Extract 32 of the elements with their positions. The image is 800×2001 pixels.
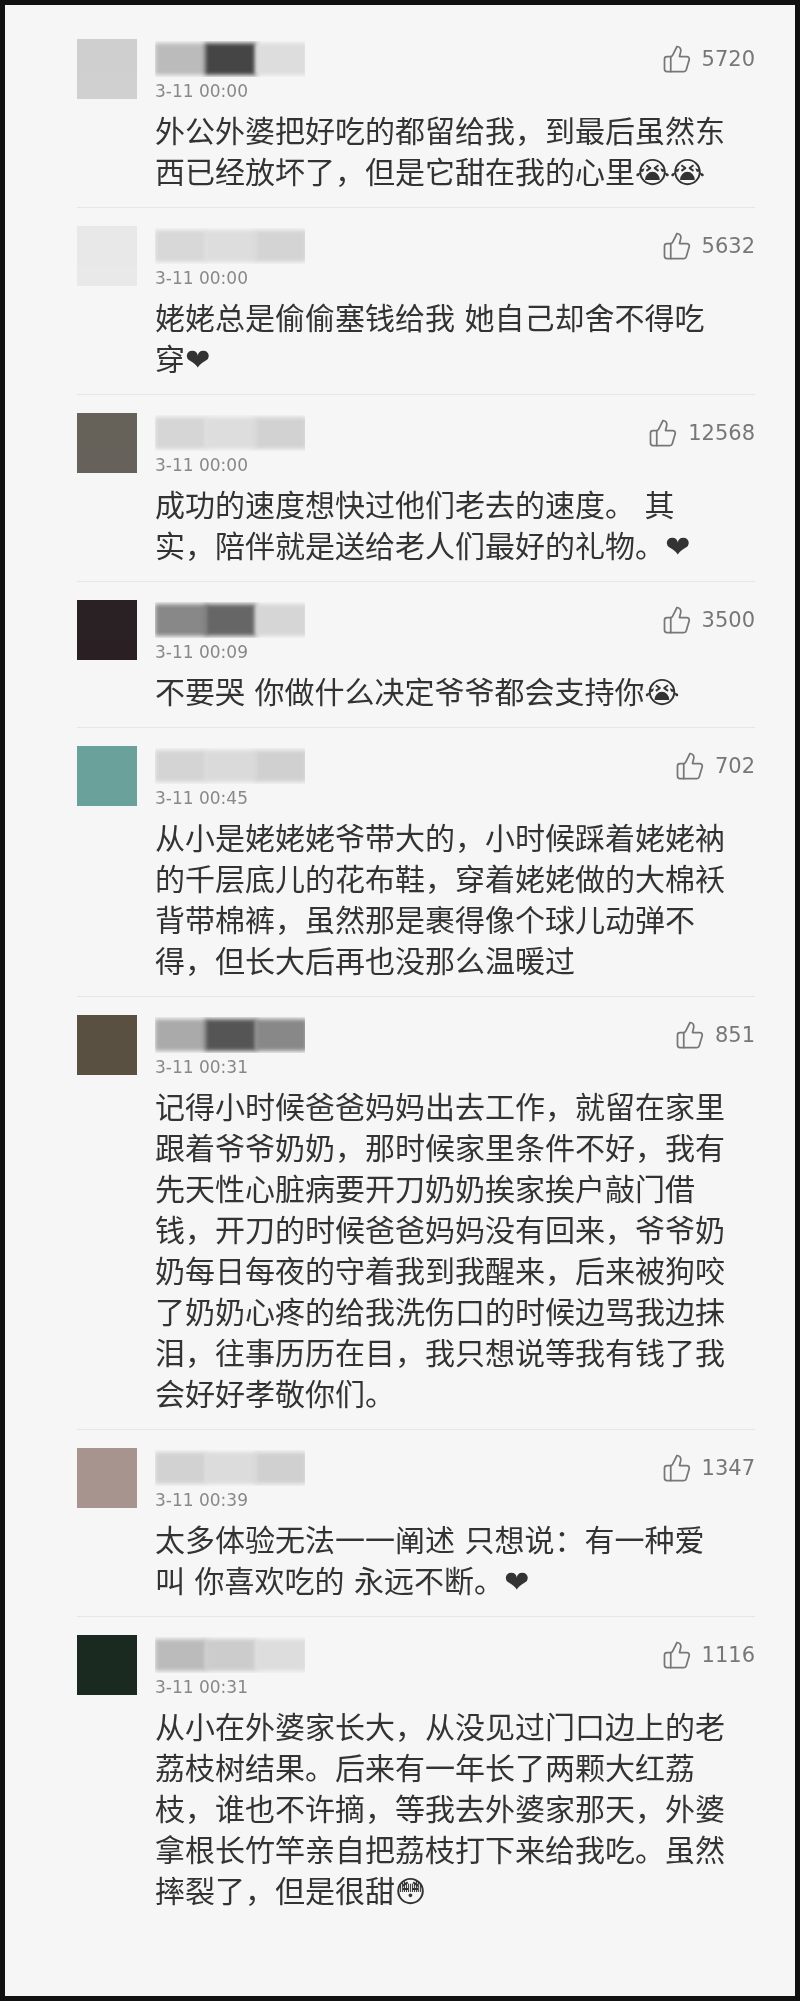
comment-time: 3-11 00:45 [155, 788, 248, 808]
comment-text: 从小在外婆家长大，从没见过门口边上的老荔枝树结果。后来有一年长了两颗大红荔枝，谁也不许摘，等我去外婆家那天，外婆拿根长竹竿亲自把荔枝打下来给我吃。虽然摔裂了，但是很甜😳 [155, 1710, 725, 1909]
thumbs-up-icon [674, 1020, 705, 1050]
comment-text: 从小是姥姥姥爷带大的，小时候踩着姥姥衲的千层底儿的花布鞋，穿着姥姥做的大棉袄背带棉裤，虽然那是裹得像个球儿动弹不得，但长大后再也没那么温暖过 [155, 821, 725, 979]
comment-time: 3-11 00:00 [155, 268, 248, 288]
comment-time: 3-11 00:39 [155, 1490, 248, 1510]
thumbs-up-icon [661, 1453, 692, 1483]
thumbs-up-icon [661, 231, 692, 261]
like-button[interactable]: 702 [674, 751, 755, 781]
like-button[interactable]: 851 [674, 1020, 755, 1050]
comment-text: 成功的速度想快过他们老去的速度。 其实，陪伴就是送给老人们最好的礼物。❤ [155, 488, 691, 564]
comment-time: 3-11 00:31 [155, 1677, 248, 1697]
thumbs-up-icon [661, 605, 692, 635]
like-button[interactable]: 12568 [648, 418, 755, 448]
comment-time: 3-11 00:00 [155, 455, 248, 475]
like-button[interactable]: 1347 [661, 1453, 755, 1483]
comment-text: 姥姥总是偷偷塞钱给我 她自己却舍不得吃穿❤ [155, 301, 705, 377]
comment-text: 外公外婆把好吃的都留给我，到最后虽然东西已经放坏了，但是它甜在我的心里😭😭 [155, 114, 725, 190]
thumbs-up-icon [661, 1640, 692, 1670]
comment-time: 3-11 00:31 [155, 1057, 248, 1077]
comment-text: 记得小时候爸爸妈妈出去工作，就留在家里跟着爷爷奶奶，那时候家里条件不好，我有先天性心脏病要开刀奶奶挨家挨户敲门借钱，开刀的时候爸爸妈妈没有回来，爷爷奶奶每日每夜的守着我到我醒来，后来被狗咬了奶奶心疼的给我洗伤口的时候边骂我边抹泪，往事历历在目，我只想说等我有钱了我会好好孝敬你们。 [155, 1090, 725, 1412]
like-button[interactable]: 5720 [661, 44, 755, 74]
comment-time: 3-11 00:00 [155, 81, 248, 101]
like-button[interactable]: 5632 [661, 231, 755, 261]
comment-time: 3-11 00:09 [155, 642, 248, 662]
thumbs-up-icon [661, 44, 692, 74]
like-button[interactable]: 3500 [661, 605, 755, 635]
thumbs-up-icon [674, 751, 705, 781]
comment-text: 不要哭 你做什么决定爷爷都会支持你😭 [155, 675, 680, 710]
like-button[interactable]: 1116 [661, 1640, 755, 1670]
comment-text: 太多体验无法一一阐述 只想说：有一种爱叫 你喜欢吃的 永远不断。❤ [155, 1523, 705, 1599]
thumbs-up-icon [648, 418, 679, 448]
